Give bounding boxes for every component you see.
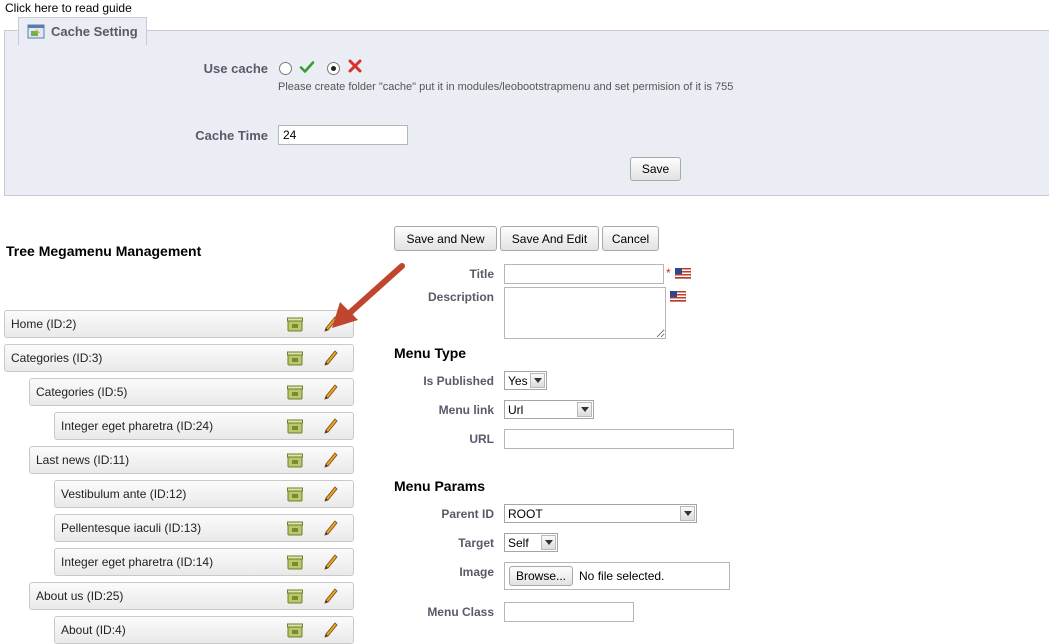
cache-setting-legend: Cache Setting bbox=[18, 17, 147, 45]
check-icon bbox=[299, 59, 315, 75]
menu-link-value: Url bbox=[508, 402, 524, 417]
cache-setting-title: Cache Setting bbox=[51, 24, 138, 39]
title-input[interactable] bbox=[504, 264, 664, 284]
us-flag-icon[interactable] bbox=[674, 267, 692, 280]
menu-class-input[interactable] bbox=[504, 602, 634, 622]
tree-item[interactable]: Categories (ID:3) bbox=[4, 344, 354, 372]
url-input[interactable] bbox=[504, 429, 734, 449]
tree-item[interactable]: About (ID:4) bbox=[54, 616, 354, 644]
delete-icon[interactable] bbox=[287, 453, 303, 468]
delete-icon[interactable] bbox=[287, 419, 303, 434]
is-published-value: Yes bbox=[508, 373, 528, 388]
use-cache-no-radio[interactable] bbox=[327, 62, 340, 75]
settings-panel-icon bbox=[27, 23, 45, 41]
target-select[interactable]: Self bbox=[504, 533, 558, 552]
parent-id-label: Parent ID bbox=[441, 507, 494, 521]
save-and-new-button[interactable]: Save and New bbox=[394, 226, 497, 251]
required-marker: * bbox=[666, 266, 671, 280]
tree-item[interactable]: Vestibulum ante (ID:12) bbox=[54, 480, 354, 508]
pencil-icon[interactable] bbox=[324, 350, 338, 366]
target-label: Target bbox=[458, 536, 494, 550]
menu-params-heading: Menu Params bbox=[394, 478, 486, 494]
chevron-down-icon bbox=[530, 373, 545, 388]
pencil-icon[interactable] bbox=[324, 622, 338, 638]
title-label: Title bbox=[469, 267, 494, 281]
cache-time-label: Cache Time bbox=[195, 128, 268, 143]
is-published-label: Is Published bbox=[423, 374, 494, 388]
description-textarea[interactable] bbox=[504, 287, 666, 339]
pencil-icon[interactable] bbox=[324, 520, 338, 536]
pencil-icon[interactable] bbox=[324, 418, 338, 434]
tree-item[interactable]: Integer eget pharetra (ID:14) bbox=[54, 548, 354, 576]
tree-item-label: Vestibulum ante (ID:12) bbox=[61, 487, 187, 501]
pencil-icon[interactable] bbox=[324, 486, 338, 502]
tree-item-label: About (ID:4) bbox=[61, 623, 126, 637]
us-flag-icon[interactable] bbox=[669, 290, 687, 303]
target-value: Self bbox=[508, 535, 529, 550]
parent-id-value: ROOT bbox=[508, 506, 543, 521]
cross-icon bbox=[347, 58, 363, 74]
pencil-icon[interactable] bbox=[324, 554, 338, 570]
cancel-button[interactable]: Cancel bbox=[602, 226, 659, 251]
tree-item-label: Pellentesque iaculi (ID:13) bbox=[61, 521, 202, 535]
cache-save-button[interactable]: Save bbox=[630, 157, 681, 181]
browse-button[interactable]: Browse... bbox=[509, 566, 574, 586]
tree-item[interactable]: Home (ID:2) bbox=[4, 310, 354, 338]
menu-link-select[interactable]: Url bbox=[504, 400, 594, 419]
chevron-down-icon bbox=[577, 402, 592, 417]
tree-title: Tree Megamenu Management bbox=[6, 243, 202, 259]
tree-item-label: Last news (ID:11) bbox=[36, 453, 130, 467]
delete-icon[interactable] bbox=[287, 351, 303, 366]
delete-icon[interactable] bbox=[287, 555, 303, 570]
tree-item[interactable]: Integer eget pharetra (ID:24) bbox=[54, 412, 354, 440]
tree-item[interactable]: Last news (ID:11) bbox=[29, 446, 354, 474]
description-label: Description bbox=[427, 290, 494, 304]
tree-item[interactable]: Categories (ID:5) bbox=[29, 378, 354, 406]
delete-icon[interactable] bbox=[287, 487, 303, 502]
save-and-edit-button[interactable]: Save And Edit bbox=[500, 226, 599, 251]
image-label: Image bbox=[459, 565, 494, 579]
tree-item[interactable]: About us (ID:25) bbox=[29, 582, 354, 610]
use-cache-yes-radio[interactable] bbox=[279, 62, 292, 75]
tree-item-label: About us (ID:25) bbox=[36, 589, 124, 603]
chevron-down-icon bbox=[541, 535, 556, 550]
delete-icon[interactable] bbox=[287, 589, 303, 604]
delete-icon[interactable] bbox=[287, 521, 303, 536]
menu-type-heading: Menu Type bbox=[394, 345, 467, 361]
menu-link-label: Menu link bbox=[438, 403, 494, 417]
delete-icon[interactable] bbox=[287, 317, 303, 332]
guide-link[interactable]: Click here to read guide bbox=[5, 1, 132, 15]
tree-item-label: Integer eget pharetra (ID:24) bbox=[61, 419, 214, 433]
is-published-select[interactable]: Yes bbox=[504, 371, 547, 390]
tree-item-label: Categories (ID:5) bbox=[36, 385, 128, 399]
cache-folder-note: Please create folder "cache" put it in m… bbox=[278, 81, 734, 93]
pencil-icon[interactable] bbox=[324, 384, 338, 400]
tree-item-label: Integer eget pharetra (ID:14) bbox=[61, 555, 214, 569]
tree-item[interactable]: Pellentesque iaculi (ID:13) bbox=[54, 514, 354, 542]
chevron-down-icon bbox=[680, 506, 695, 521]
image-file-input[interactable]: Browse... No file selected. bbox=[504, 562, 730, 590]
cache-setting-panel bbox=[4, 30, 1049, 196]
menu-class-label: Menu Class bbox=[427, 605, 494, 619]
parent-id-select[interactable]: ROOT bbox=[504, 504, 697, 523]
pencil-icon[interactable] bbox=[324, 588, 338, 604]
use-cache-label: Use cache bbox=[203, 61, 268, 76]
delete-icon[interactable] bbox=[287, 385, 303, 400]
no-file-text: No file selected. bbox=[579, 569, 665, 583]
cache-time-input[interactable] bbox=[278, 125, 408, 145]
pencil-icon[interactable] bbox=[324, 452, 338, 468]
url-label: URL bbox=[469, 432, 494, 446]
